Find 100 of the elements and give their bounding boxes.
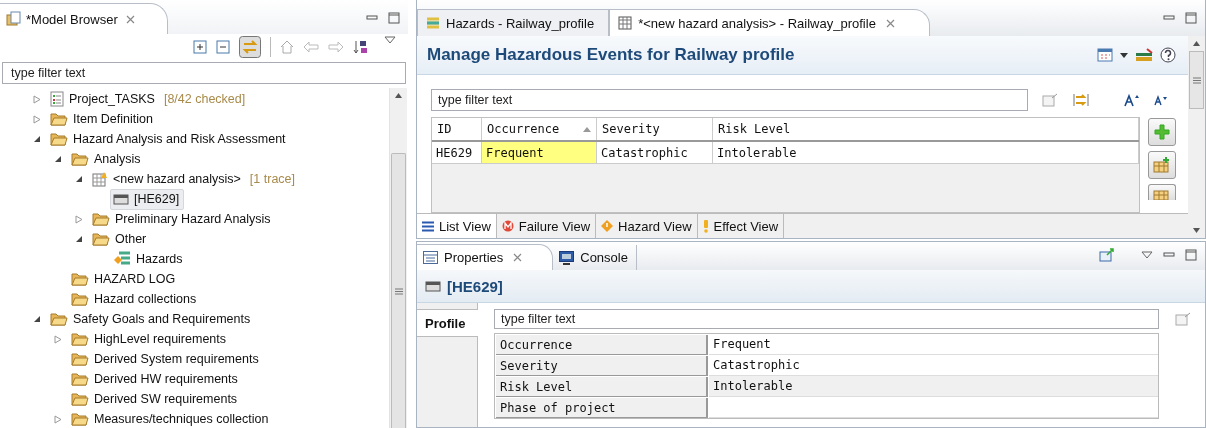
collapse-all-icon[interactable] xyxy=(216,40,230,54)
form-title: Manage Hazardous Events for Railway profile xyxy=(427,45,795,65)
close-icon[interactable] xyxy=(885,18,895,28)
tree-item[interactable]: Analysis xyxy=(68,148,146,170)
link-icon[interactable] xyxy=(239,36,261,58)
close-icon[interactable] xyxy=(125,14,135,24)
table-warning-icon xyxy=(92,171,108,187)
scroll-up-arrow-icon[interactable] xyxy=(1193,41,1200,46)
expanded-arrow-icon[interactable] xyxy=(75,235,83,243)
maximize-icon[interactable] xyxy=(388,12,400,24)
view-menu-icon[interactable] xyxy=(1141,251,1153,259)
collapsed-arrow-icon[interactable] xyxy=(54,334,62,344)
table-cell: Catastrophic xyxy=(597,142,713,163)
tree-item[interactable]: Project_TASKS [8/42 checked] xyxy=(47,88,251,110)
scroll-up-arrow-icon[interactable] xyxy=(395,93,402,98)
tree-item[interactable]: HAZARD LOG xyxy=(68,268,181,290)
filter-field[interactable]: type filter text xyxy=(431,89,1028,111)
tree-item[interactable]: HighLevel requirements xyxy=(68,328,231,350)
folder-icon xyxy=(50,112,68,126)
view-tab[interactable]: Failure View xyxy=(496,214,597,238)
table-cell: Intolerable xyxy=(713,142,1139,163)
view-tab[interactable]: Properties xyxy=(417,244,554,270)
collapsed-arrow-icon[interactable] xyxy=(33,114,41,124)
expand-all-icon[interactable] xyxy=(193,40,207,54)
view-tab[interactable]: Hazard View xyxy=(596,214,698,238)
folder-icon xyxy=(71,332,89,346)
exclamation-icon xyxy=(702,219,709,233)
home-icon[interactable] xyxy=(280,40,294,54)
property-value: Frequent xyxy=(709,334,1158,355)
tree-item[interactable]: Other xyxy=(89,228,152,250)
clear-filter-icon[interactable] xyxy=(1042,93,1058,107)
folder-icon xyxy=(50,132,68,146)
add-row-button[interactable] xyxy=(1148,184,1176,200)
minimize-icon[interactable] xyxy=(1163,250,1175,260)
tree-item[interactable]: <new hazard analysis> [1 trace] xyxy=(89,168,301,190)
collapsed-arrow-icon[interactable] xyxy=(75,214,83,224)
sort-icon[interactable] xyxy=(353,39,369,55)
scrollbar[interactable] xyxy=(389,88,407,428)
folder-icon xyxy=(71,292,89,306)
column-header[interactable]: Occurrence xyxy=(482,118,597,140)
table-icon xyxy=(618,16,633,30)
calendar-icon[interactable] xyxy=(1097,48,1113,62)
collapsed-arrow-icon[interactable] xyxy=(33,94,41,104)
decrease-font-icon[interactable] xyxy=(1154,94,1168,106)
tree-item[interactable]: Safety Goals and Requirements xyxy=(47,308,256,330)
tree-item[interactable]: Hazards xyxy=(110,248,188,270)
scrollbar[interactable] xyxy=(1188,36,1205,238)
property-name: Occurrence xyxy=(496,335,708,355)
expanded-arrow-icon[interactable] xyxy=(33,315,41,323)
monitor-icon xyxy=(559,250,575,265)
add-table-button[interactable] xyxy=(1148,151,1176,179)
tree-item[interactable]: Hazard collections xyxy=(68,288,202,310)
arrange-icon[interactable] xyxy=(1072,92,1090,108)
folder-icon xyxy=(92,212,110,226)
tree-item[interactable]: Derived System requirements xyxy=(68,348,264,370)
tree-item[interactable]: Derived HW requirements xyxy=(68,368,243,390)
clear-filter-icon[interactable] xyxy=(1175,312,1191,326)
expanded-arrow-icon[interactable] xyxy=(54,155,62,163)
folder-icon xyxy=(71,372,89,386)
column-header[interactable]: ID xyxy=(432,118,482,140)
tree-item[interactable]: Item Definition xyxy=(47,108,158,130)
tree-item[interactable]: Hazard Analysis and Risk Assessment xyxy=(47,128,291,150)
minimize-icon[interactable] xyxy=(1163,13,1175,23)
minimize-icon[interactable] xyxy=(366,13,378,23)
scroll-down-arrow-icon[interactable] xyxy=(1193,228,1200,233)
view-menu-icon[interactable] xyxy=(384,36,396,44)
folder-icon xyxy=(71,272,89,286)
tree-item[interactable]: Measures/techniques collection xyxy=(68,408,274,428)
view-tab[interactable]: List View xyxy=(417,214,497,238)
table-icon xyxy=(1153,190,1171,200)
property-value: Intolerable xyxy=(709,376,1158,397)
profile-tab[interactable]: Profile xyxy=(417,309,478,337)
editor-tab[interactable]: *<new hazard analysis> - Railway_profile xyxy=(609,9,930,36)
maximize-icon[interactable] xyxy=(1185,12,1197,24)
close-icon[interactable] xyxy=(513,253,523,262)
view-tab[interactable]: Effect View xyxy=(697,214,785,238)
collapsed-arrow-icon[interactable] xyxy=(54,414,62,424)
help-icon[interactable] xyxy=(1160,47,1176,63)
dropdown-caret-icon[interactable] xyxy=(1120,52,1128,58)
record-icon xyxy=(113,193,129,205)
tree-item[interactable]: Preliminary Hazard Analysis xyxy=(89,208,276,230)
tree-item[interactable]: [HE629] xyxy=(110,188,185,210)
plus-icon xyxy=(1154,124,1170,140)
column-header[interactable]: Severity xyxy=(597,118,713,140)
expanded-arrow-icon[interactable] xyxy=(75,175,83,183)
record-icon xyxy=(425,280,441,292)
column-header[interactable]: Risk Level xyxy=(713,118,1139,140)
view-tab[interactable]: *Model Browser xyxy=(0,3,168,34)
filter-field[interactable]: type filter text xyxy=(494,309,1159,329)
editor-tab[interactable]: Hazards - Railway_profile xyxy=(417,9,610,36)
pin-icon[interactable] xyxy=(1099,248,1115,262)
property-name: Risk Level xyxy=(496,377,708,397)
folder-icon xyxy=(71,152,89,166)
folder-icon xyxy=(71,352,89,366)
maximize-icon[interactable] xyxy=(1185,249,1197,261)
filter-field[interactable]: type filter text xyxy=(2,62,406,84)
expanded-arrow-icon[interactable] xyxy=(33,135,41,143)
tree-item[interactable]: Derived SW requirements xyxy=(68,388,243,410)
increase-font-icon[interactable] xyxy=(1124,93,1140,107)
add-button[interactable] xyxy=(1148,118,1176,146)
